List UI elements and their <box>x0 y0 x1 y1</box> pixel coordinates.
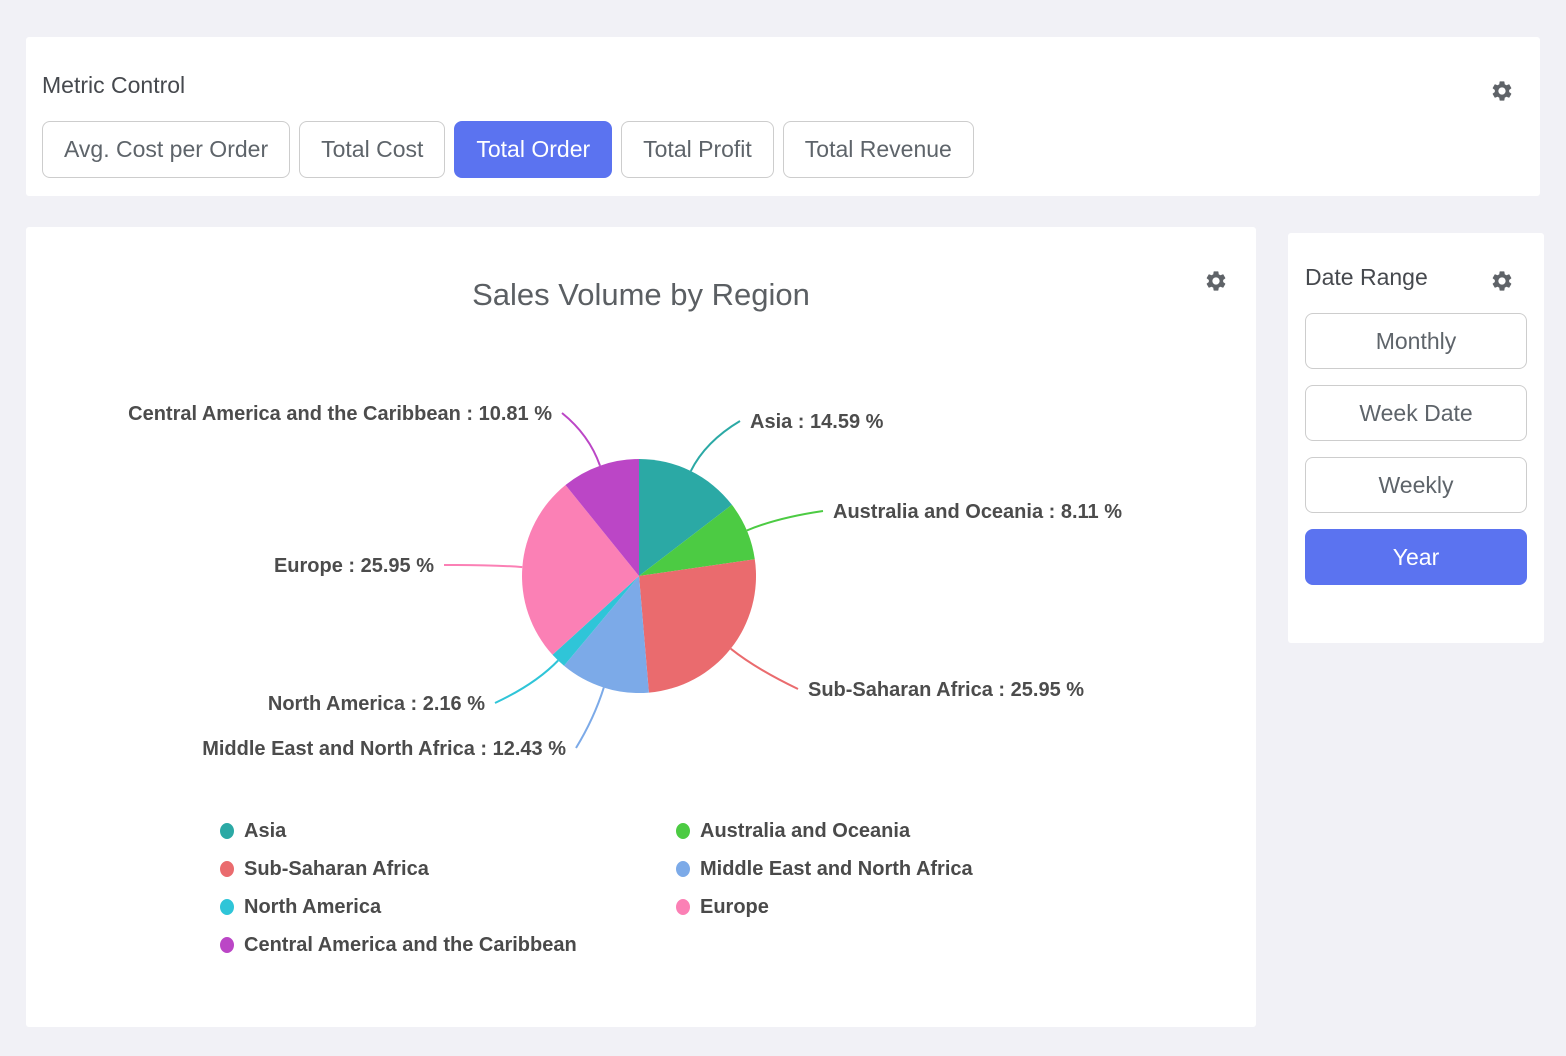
metric-button-avg-cost-per-order[interactable]: Avg. Cost per Order <box>42 121 290 178</box>
legend-dot-middle-east-and-north-africa <box>676 861 690 877</box>
pie-label-line-europe <box>444 565 522 567</box>
legend-label-europe: Europe <box>700 896 769 919</box>
pie-label-asia: Asia : 14.59 % <box>750 411 884 433</box>
metric-button-row: Avg. Cost per Order Total Cost Total Ord… <box>42 121 974 178</box>
gear-icon[interactable] <box>1490 269 1514 293</box>
legend-label-asia: Asia <box>244 820 286 843</box>
pie-slice-sub-saharan-africa[interactable] <box>639 559 756 692</box>
legend-label-middle-east-and-north-africa: Middle East and North Africa <box>700 858 973 881</box>
legend-label-australia-and-oceania: Australia and Oceania <box>700 820 910 843</box>
metric-button-total-revenue[interactable]: Total Revenue <box>783 121 974 178</box>
metric-button-total-profit[interactable]: Total Profit <box>621 121 774 178</box>
legend-dot-asia <box>220 823 234 839</box>
legend-item-north-america[interactable]: North America <box>220 888 577 926</box>
legend-dot-europe <box>676 899 690 915</box>
legend-dot-central-america-and-the-caribbean <box>220 937 234 953</box>
gear-icon[interactable] <box>1490 79 1514 103</box>
chart-legend-column-2: Australia and Oceania Middle East and Nor… <box>676 812 973 926</box>
date-range-button-monthly[interactable]: Monthly <box>1305 313 1527 369</box>
date-range-title: Date Range <box>1305 263 1428 291</box>
pie-label-sub-saharan-africa: Sub-Saharan Africa : 25.95 % <box>808 679 1084 701</box>
pie-label-middle-east-and-north-africa: Middle East and North Africa : 12.43 % <box>202 738 566 760</box>
date-range-panel: Date Range Monthly Week Date Weekly Year <box>1288 233 1544 643</box>
metric-button-total-order[interactable]: Total Order <box>454 121 612 178</box>
legend-label-sub-saharan-africa: Sub-Saharan Africa <box>244 858 429 881</box>
legend-dot-north-america <box>220 899 234 915</box>
chart-legend-column-1: Asia Sub-Saharan Africa North America Centr… <box>220 812 577 964</box>
legend-dot-australia-and-oceania <box>676 823 690 839</box>
legend-item-central-america-and-the-caribbean[interactable]: Central America and the Caribbean <box>220 926 577 964</box>
legend-label-north-america: North America <box>244 896 381 919</box>
legend-item-middle-east-and-north-africa[interactable]: Middle East and North Africa <box>676 850 973 888</box>
pie-label-line-north-america <box>495 661 558 704</box>
sales-volume-chart-panel: Sales Volume by Region Asia : 14.59 %Aus… <box>26 227 1256 1027</box>
pie-label-europe: Europe : 25.95 % <box>274 555 434 577</box>
legend-item-sub-saharan-africa[interactable]: Sub-Saharan Africa <box>220 850 577 888</box>
pie-label-line-central-america-and-the-caribbean <box>562 413 600 466</box>
pie-label-line-australia-and-oceania <box>747 511 823 531</box>
pie-label-central-america-and-the-caribbean: Central America and the Caribbean : 10.8… <box>128 403 552 425</box>
date-range-button-week-date[interactable]: Week Date <box>1305 385 1527 441</box>
legend-item-australia-and-oceania[interactable]: Australia and Oceania <box>676 812 973 850</box>
metric-control-title: Metric Control <box>42 71 185 99</box>
date-range-button-weekly[interactable]: Weekly <box>1305 457 1527 513</box>
pie-label-line-middle-east-and-north-africa <box>576 688 604 748</box>
pie-label-line-sub-saharan-africa <box>731 649 798 689</box>
date-range-button-column: Monthly Week Date Weekly Year <box>1305 313 1527 585</box>
metric-control-panel: Metric Control Avg. Cost per Order Total… <box>26 37 1540 196</box>
pie-label-line-asia <box>691 421 740 471</box>
legend-dot-sub-saharan-africa <box>220 861 234 877</box>
pie-label-australia-and-oceania: Australia and Oceania : 8.11 % <box>833 501 1122 523</box>
metric-button-total-cost[interactable]: Total Cost <box>299 121 445 178</box>
legend-item-europe[interactable]: Europe <box>676 888 973 926</box>
date-range-button-year[interactable]: Year <box>1305 529 1527 585</box>
pie-chart: Asia : 14.59 % Australia and Oceania : 8.… <box>26 227 1256 1027</box>
legend-item-asia[interactable]: Asia <box>220 812 577 850</box>
legend-label-central-america-and-the-caribbean: Central America and the Caribbean <box>244 934 577 957</box>
pie-label-north-america: North America : 2.16 % <box>268 693 485 715</box>
